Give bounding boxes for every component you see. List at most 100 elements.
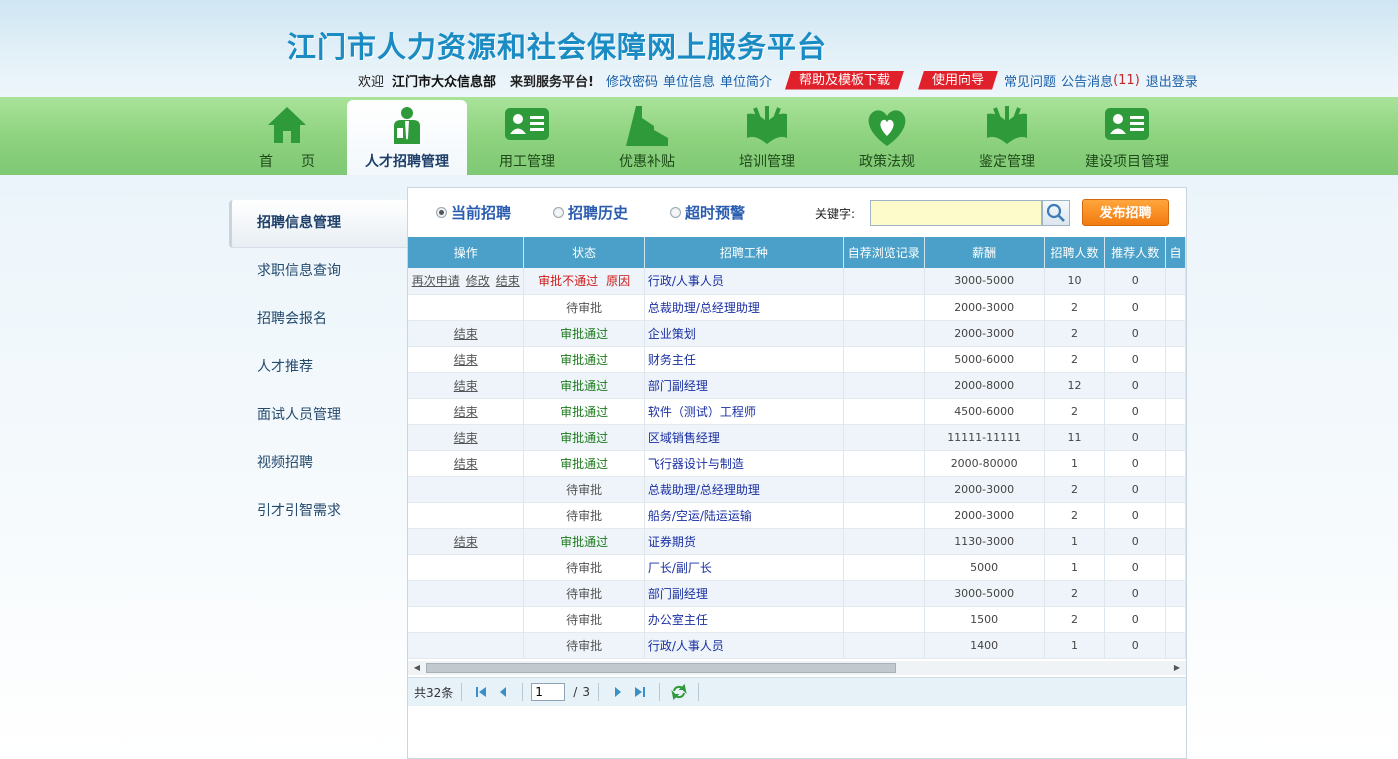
nav-item-employment[interactable]: 用工管理 (467, 97, 587, 175)
cell-actions: 再次申请 修改 结束 (408, 268, 525, 295)
end-link[interactable]: 结束 (454, 431, 478, 445)
sidebar-item-job-fair[interactable]: 招聘会报名 (229, 296, 407, 344)
col-header-salary[interactable]: 薪酬 (924, 237, 1045, 268)
nav-item-recruit[interactable]: 人才招聘管理 (347, 100, 467, 175)
recruit-person-icon (385, 104, 429, 151)
refresh-icon[interactable] (671, 684, 687, 700)
sidebar-item-interview[interactable]: 面试人员管理 (229, 392, 407, 440)
cell-job-title[interactable]: 办公室主任 (644, 606, 844, 633)
cell-job-title[interactable]: 总裁助理/总经理助理 (644, 294, 844, 321)
sidebar-item-job-search[interactable]: 求职信息查询 (229, 248, 407, 296)
cell-recommend-count: 0 (1104, 320, 1167, 347)
col-header-action[interactable]: 操作 (408, 237, 525, 268)
table-row[interactable]: 待审批 部门副经理 3000-5000 2 0 (408, 580, 1186, 607)
cell-job-title[interactable]: 总裁助理/总经理助理 (644, 476, 844, 503)
end-link[interactable]: 结束 (496, 274, 520, 288)
end-link[interactable]: 结束 (454, 535, 478, 549)
last-page-icon[interactable] (632, 684, 648, 700)
publish-recruit-button[interactable]: 发布招聘 (1082, 199, 1169, 226)
cell-job-title[interactable]: 部门副经理 (644, 580, 844, 607)
first-page-icon[interactable] (473, 684, 489, 700)
guide-tab[interactable]: 使用向导 (918, 71, 998, 90)
table-row[interactable]: 结束 审批通过 财务主任 5000-6000 2 0 (408, 346, 1186, 373)
end-link[interactable]: 结束 (454, 457, 478, 471)
scroll-right-icon[interactable]: ▶ (1170, 661, 1184, 675)
nav-item-policy[interactable]: 政策法规 (827, 97, 947, 175)
table-row[interactable]: 结束 审批通过 部门副经理 2000-8000 12 0 (408, 372, 1186, 399)
cell-actions (408, 632, 525, 659)
cell-job-title[interactable]: 区域销售经理 (644, 424, 844, 451)
id-card-icon (1103, 104, 1151, 147)
help-download-tab[interactable]: 帮助及模板下载 (785, 71, 904, 90)
col-header-views[interactable]: 自荐浏览记录 (843, 237, 925, 268)
cell-job-title[interactable]: 行政/人事人员 (644, 268, 844, 295)
cell-views (843, 528, 925, 555)
cell-views (843, 320, 925, 347)
scroll-thumb[interactable] (426, 663, 896, 673)
keyword-input[interactable] (870, 200, 1042, 226)
end-link[interactable]: 结束 (454, 379, 478, 393)
sidebar-item-video-recruit[interactable]: 视频招聘 (229, 440, 407, 488)
cell-job-title[interactable]: 厂长/副厂长 (644, 554, 844, 581)
cell-job-title[interactable]: 部门副经理 (644, 372, 844, 399)
end-link[interactable]: 结束 (454, 327, 478, 341)
radio-history[interactable]: 招聘历史 (553, 202, 628, 223)
cell-job-title[interactable]: 软件（测试）工程师 (644, 398, 844, 425)
horizontal-scrollbar[interactable]: ◀ ▶ (408, 661, 1186, 675)
cell-job-title[interactable]: 财务主任 (644, 346, 844, 373)
table-row[interactable]: 待审批 总裁助理/总经理助理 2000-3000 2 0 (408, 294, 1186, 321)
faq-link[interactable]: 常见问题 (1004, 71, 1056, 90)
table-row[interactable]: 结束 审批通过 飞行器设计与制造 2000-80000 1 0 (408, 450, 1186, 477)
col-header-recommend-count[interactable]: 推荐人数 (1104, 237, 1167, 268)
cell-job-title[interactable]: 企业策划 (644, 320, 844, 347)
change-password-link[interactable]: 修改密码 (606, 71, 658, 90)
end-link[interactable]: 结束 (454, 405, 478, 419)
radio-overdue[interactable]: 超时预警 (670, 202, 745, 223)
nav-item-training[interactable]: 培训管理 (707, 97, 827, 175)
nav-item-construction[interactable]: 建设项目管理 (1067, 97, 1187, 175)
col-header-more[interactable]: 自 (1165, 237, 1186, 268)
divider (597, 683, 599, 701)
table-row[interactable]: 待审批 行政/人事人员 1400 1 0 (408, 632, 1186, 659)
nav-item-subsidy[interactable]: 优惠补贴 (587, 97, 707, 175)
col-header-job[interactable]: 招聘工种 (644, 237, 844, 268)
table-row[interactable]: 结束 审批通过 软件（测试）工程师 4500-6000 2 0 (408, 398, 1186, 425)
edit-link[interactable]: 修改 (466, 274, 490, 288)
cell-job-title[interactable]: 船务/空运/陆运运输 (644, 502, 844, 529)
col-header-status[interactable]: 状态 (523, 237, 645, 268)
table-row[interactable]: 结束 审批通过 企业策划 2000-3000 2 0 (408, 320, 1186, 347)
nav-item-appraisal[interactable]: 鉴定管理 (947, 97, 1067, 175)
table-row[interactable]: 待审批 厂长/副厂长 5000 1 0 (408, 554, 1186, 581)
reason-link[interactable]: 原因 (606, 274, 630, 288)
page-number-input[interactable] (531, 683, 566, 701)
reapply-link[interactable]: 再次申请 (412, 274, 460, 288)
end-link[interactable]: 结束 (454, 353, 478, 367)
cell-salary: 2000-8000 (924, 372, 1045, 399)
notice-link[interactable]: 公告消息 (1061, 71, 1113, 90)
scroll-left-icon[interactable]: ◀ (410, 661, 424, 675)
sidebar-item-talent-demand[interactable]: 引才引智需求 (229, 488, 407, 536)
table-row[interactable]: 结束 审批通过 证券期货 1130-3000 1 0 (408, 528, 1186, 555)
prev-page-icon[interactable] (495, 684, 511, 700)
org-info-link[interactable]: 单位信息 (663, 71, 715, 90)
sidebar-item-recruit-info[interactable]: 招聘信息管理 (229, 200, 407, 248)
cell-actions (408, 294, 525, 321)
cell-job-title[interactable]: 证券期货 (644, 528, 844, 555)
cell-recommend-count: 0 (1104, 476, 1167, 503)
search-button[interactable] (1042, 200, 1070, 226)
next-page-icon[interactable] (610, 684, 626, 700)
table-row[interactable]: 待审批 船务/空运/陆运运输 2000-3000 2 0 (408, 502, 1186, 529)
radio-current[interactable]: 当前招聘 (436, 202, 511, 223)
table-row[interactable]: 结束 审批通过 区域销售经理 11111-11111 11 0 (408, 424, 1186, 451)
cell-job-title[interactable]: 飞行器设计与制造 (644, 450, 844, 477)
table-row[interactable]: 待审批 办公室主任 1500 2 0 (408, 606, 1186, 633)
table-row[interactable]: 再次申请 修改 结束 审批不通过 原因 行政/人事人员 3000-5000 10 0 (408, 268, 1186, 295)
nav-item-home[interactable]: 首 页 (227, 97, 347, 175)
sidebar-item-talent-recommend[interactable]: 人才推荐 (229, 344, 407, 392)
org-profile-link[interactable]: 单位简介 (720, 71, 772, 90)
cell-job-title[interactable]: 行政/人事人员 (644, 632, 844, 659)
table-row[interactable]: 待审批 总裁助理/总经理助理 2000-3000 2 0 (408, 476, 1186, 503)
nav-label: 鉴定管理 (979, 154, 1035, 170)
col-header-hire-count[interactable]: 招聘人数 (1044, 237, 1106, 268)
logout-link[interactable]: 退出登录 (1146, 71, 1198, 90)
